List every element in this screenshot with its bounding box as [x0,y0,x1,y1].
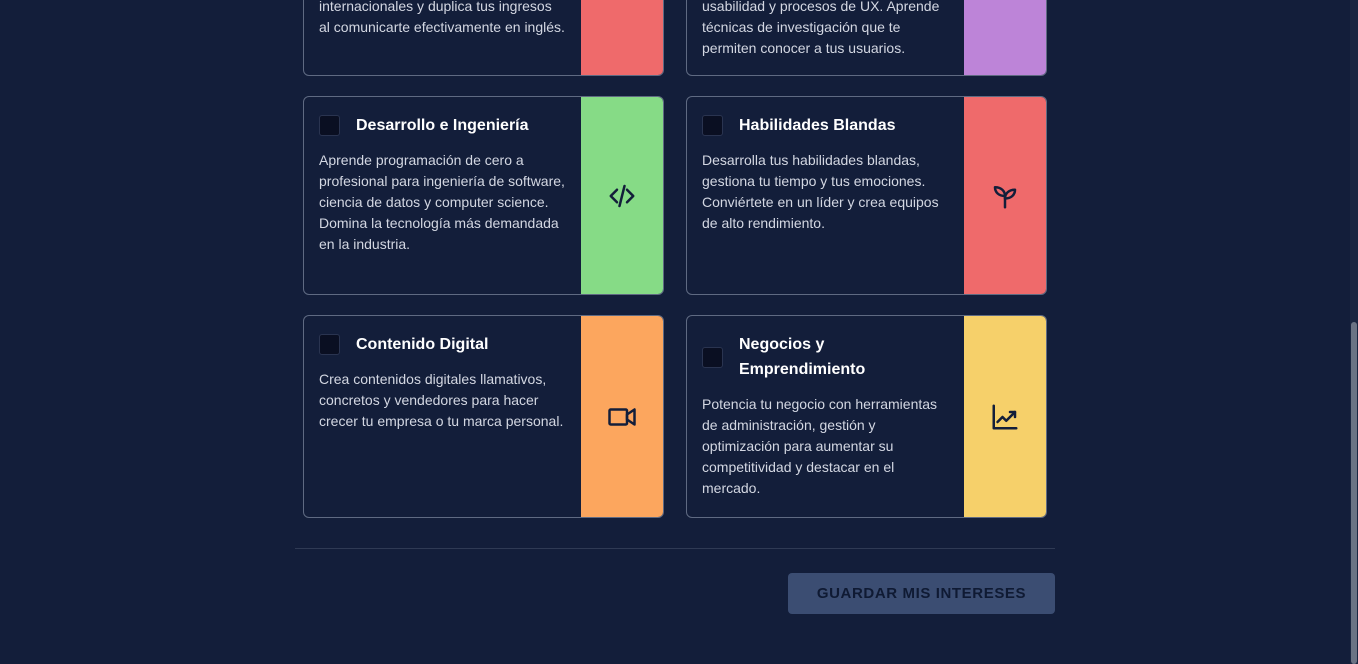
interest-checkbox[interactable] [702,347,723,368]
card-color-panel [581,0,663,75]
interest-card-digital-content[interactable]: Contenido Digital Crea contenidos digita… [303,315,664,518]
card-description: Potencia tu negocio con herramientas de … [702,396,938,496]
interest-card-ux[interactable]: usabilidad y procesos de UX. Aprende téc… [686,0,1047,76]
card-description: Crea contenidos digitales llamativos, co… [319,371,564,429]
interest-card-english[interactable]: internacionales y duplica tus ingresos a… [303,0,664,76]
save-interests-button[interactable]: GUARDAR MIS INTERESES [788,573,1055,614]
card-description: internacionales y duplica tus ingresos a… [319,0,565,35]
card-title: Desarrollo e Ingeniería [356,117,529,134]
interests-page: internacionales y duplica tus ingresos a… [0,0,1358,664]
interest-card-soft-skills[interactable]: Habilidades Blandas Desarrolla tus habil… [686,96,1047,295]
card-color-panel [964,97,1046,294]
interest-checkbox[interactable] [319,115,340,136]
card-color-panel [581,316,663,517]
card-color-panel [964,0,1046,75]
card-color-panel [964,316,1046,517]
card-title: Habilidades Blandas [739,117,896,134]
interest-card-development[interactable]: Desarrollo e Ingeniería Aprende programa… [303,96,664,295]
card-description: Desarrolla tus habilidades blandas, gest… [702,152,939,231]
code-icon [609,184,635,207]
card-description: Aprende programación de cero a profesion… [319,152,565,252]
card-title: Negocios y Emprendimiento [739,336,866,378]
card-title: Contenido Digital [356,336,489,353]
card-color-panel [581,97,663,294]
video-camera-icon [608,407,636,426]
sprout-icon [993,185,1017,208]
trending-up-chart-icon [992,404,1018,429]
scrollbar-thumb[interactable] [1351,322,1357,664]
page-scrollbar[interactable] [1350,0,1358,664]
interest-card-business[interactable]: Negocios y Emprendimiento Potencia tu ne… [686,315,1047,518]
interest-checkbox[interactable] [702,115,723,136]
section-divider [295,548,1055,549]
interest-checkbox[interactable] [319,334,340,355]
card-description: usabilidad y procesos de UX. Aprende téc… [702,0,940,56]
